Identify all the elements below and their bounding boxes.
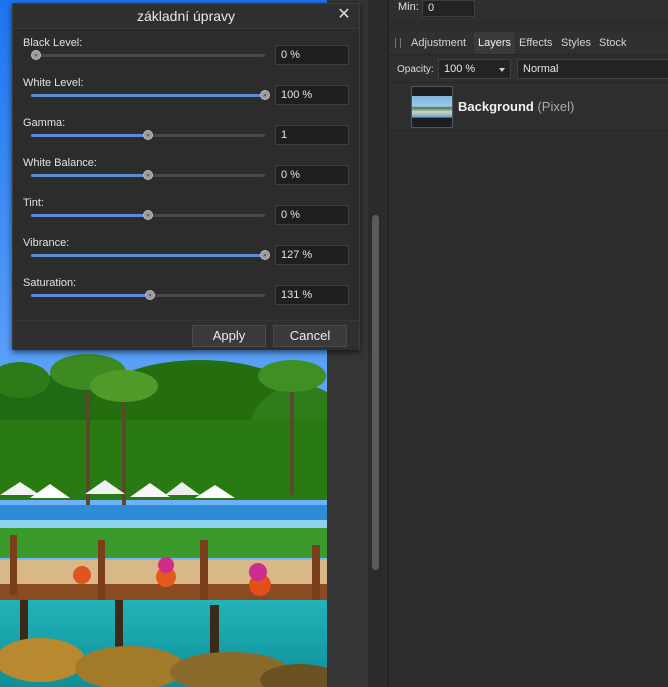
slider-fill: [31, 174, 148, 177]
slider-thumb[interactable]: [143, 210, 153, 220]
slider-track[interactable]: [31, 210, 265, 220]
slider-track[interactable]: [31, 170, 265, 180]
close-icon[interactable]: ✕: [335, 6, 353, 24]
basic-adjustments-dialog: základní úpravy ✕ Black Level: 0 % White…: [12, 3, 360, 350]
chevron-down-icon: [499, 68, 505, 72]
slider-vibrance: Vibrance: 127 %: [13, 237, 359, 277]
tab-effects[interactable]: Effects: [517, 32, 554, 54]
slider-label: White Level:: [23, 77, 84, 89]
slider-label: Vibrance:: [23, 237, 70, 249]
slider-gamma: Gamma: 1: [13, 117, 359, 157]
slider-fill: [31, 254, 265, 257]
layers-panel: Min: 0 Adjustment Layers Effects Styles …: [388, 0, 668, 687]
slider-label: White Balance:: [23, 157, 97, 169]
slider-thumb[interactable]: [143, 170, 153, 180]
slider-black-level: Black Level: 0 %: [13, 37, 359, 77]
tab-stock[interactable]: Stock: [597, 32, 629, 54]
slider-label: Black Level:: [23, 37, 83, 49]
dialog-title: základní úpravy: [136, 8, 236, 24]
canvas-scrollbar[interactable]: [372, 215, 379, 570]
slider-fill: [31, 94, 265, 97]
dialog-footer: Apply Cancel: [13, 320, 359, 350]
blend-mode-dropdown[interactable]: Normal: [517, 59, 668, 79]
layer-type: (Pixel): [537, 99, 575, 114]
slider-fill: [31, 214, 148, 217]
slider-thumb[interactable]: [31, 50, 41, 60]
slider-track[interactable]: [31, 50, 265, 60]
slider-label: Tint:: [23, 197, 44, 209]
apply-button[interactable]: Apply: [192, 325, 266, 347]
slider-fill: [31, 134, 148, 137]
grip-handle-icon[interactable]: [395, 38, 401, 48]
opacity-label: Opacity:: [397, 64, 434, 75]
slider-track[interactable]: [31, 290, 265, 300]
tab-adjustment[interactable]: Adjustment: [407, 32, 470, 54]
layer-item[interactable]: Background (Pixel): [389, 83, 668, 131]
slider-track[interactable]: [31, 250, 270, 260]
slider-value-field[interactable]: 131 %: [275, 285, 349, 305]
opacity-dropdown[interactable]: 100 %: [438, 59, 511, 79]
slider-thumb[interactable]: [145, 290, 155, 300]
tab-styles[interactable]: Styles: [559, 32, 593, 54]
slider-value-field[interactable]: 0 %: [275, 45, 349, 65]
layer-options-row: Opacity: 100 % Normal: [389, 57, 668, 83]
tab-layers[interactable]: Layers: [474, 32, 516, 54]
layer-name: Background: [458, 99, 534, 114]
slider-thumb[interactable]: [260, 90, 270, 100]
slider-white-level: White Level: 100 %: [13, 77, 359, 117]
opacity-value: 100 %: [444, 63, 476, 75]
slider-value-field[interactable]: 100 %: [275, 85, 349, 105]
slider-white-balance: White Balance: 0 %: [13, 157, 359, 197]
slider-value-field[interactable]: 127 %: [275, 245, 349, 265]
min-label: Min:: [398, 1, 419, 13]
layer-thumbnail: [411, 86, 453, 128]
slider-fill: [31, 294, 150, 297]
slider-label: Saturation:: [23, 277, 77, 289]
slider-label: Gamma:: [23, 117, 66, 129]
slider-thumb[interactable]: [260, 250, 270, 260]
slider-track[interactable]: [31, 90, 270, 100]
slider-thumb[interactable]: [143, 130, 153, 140]
panel-tabbar: Adjustment Layers Effects Styles Stock: [389, 32, 668, 55]
slider-value-field[interactable]: 0 %: [275, 205, 349, 225]
layer-label: Background (Pixel): [458, 99, 574, 114]
slider-saturation: Saturation: 131 %: [13, 277, 359, 317]
cancel-button[interactable]: Cancel: [273, 325, 347, 347]
slider-value-field[interactable]: 0 %: [275, 165, 349, 185]
slider-tint: Tint: 0 %: [13, 197, 359, 237]
dialog-titlebar[interactable]: základní úpravy ✕: [13, 4, 359, 29]
slider-track[interactable]: [31, 130, 265, 140]
min-input[interactable]: 0: [422, 0, 475, 17]
min-row: Min: 0: [389, 0, 668, 20]
slider-value-field[interactable]: 1: [275, 125, 349, 145]
